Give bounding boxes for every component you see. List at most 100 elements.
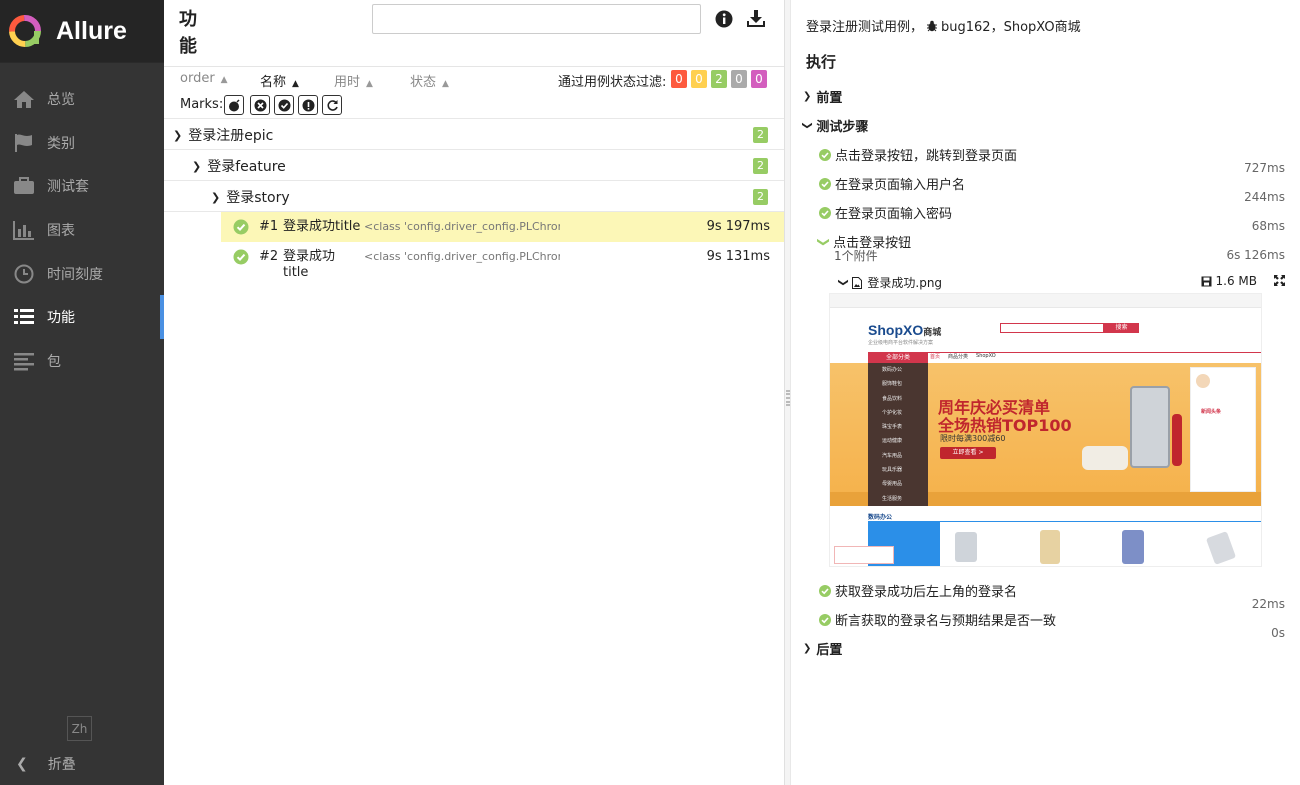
marks-label: Marks: bbox=[180, 97, 224, 112]
shop-category-title: 全部分类 bbox=[868, 352, 928, 363]
breadcrumb: 登录注册测试用例， bug162，ShopXO商城 bbox=[806, 16, 1081, 35]
pane-splitter[interactable] bbox=[784, 0, 791, 785]
chevron-right-icon: ❯ bbox=[803, 91, 812, 102]
bug-icon bbox=[927, 20, 938, 31]
tree-group-story[interactable]: ❯ 登录story 2 bbox=[164, 180, 784, 211]
test-case-row[interactable]: #2 登录成功title <class 'config.driver_confi… bbox=[221, 242, 784, 280]
retries-mark-button[interactable] bbox=[322, 95, 342, 115]
attachment-image[interactable]: ShopXO商城 企业级电商平台软件解决方案 搜索 全部分类 首页 商品分类 S… bbox=[829, 293, 1262, 567]
filter-skipped-badge[interactable]: 0 bbox=[731, 70, 747, 88]
new-failed-mark-button[interactable] bbox=[250, 95, 270, 115]
language-switch[interactable]: Zh bbox=[67, 716, 92, 741]
test-case-name: 登录成功title bbox=[283, 249, 336, 280]
new-passed-mark-button[interactable] bbox=[274, 95, 294, 115]
drag-handle-icon bbox=[786, 390, 790, 406]
nav-item-behaviors[interactable]: 功能 bbox=[0, 295, 164, 339]
exclamation-circle-icon bbox=[302, 99, 314, 111]
marks-bar: Marks: bbox=[164, 93, 784, 118]
banner-button: 立即查看 > bbox=[940, 447, 996, 459]
attachment-count: 1个附件 bbox=[834, 249, 878, 263]
download-icon[interactable] bbox=[746, 9, 766, 29]
setup-section[interactable]: ❯ 前置 bbox=[803, 87, 842, 106]
test-case-name: 登录成功title bbox=[283, 219, 361, 234]
attachment-row[interactable]: ❯ 登录成功.png 1.6 MB bbox=[837, 273, 1285, 293]
list-icon bbox=[14, 309, 34, 325]
steps-section[interactable]: ❯ 测试步骤 bbox=[802, 116, 869, 135]
shop-search-button: 搜索 bbox=[1104, 323, 1139, 333]
filter-failed-badge[interactable]: 0 bbox=[671, 70, 687, 88]
nav-item-suites[interactable]: 测试套 bbox=[0, 164, 164, 208]
tree-group-feature[interactable]: ❯ 登录feature 2 bbox=[164, 149, 784, 180]
shop-category: 食品饮料 bbox=[882, 395, 903, 402]
sort-icon: ▲ bbox=[366, 79, 373, 89]
nav-item-overview[interactable]: 总览 bbox=[0, 77, 164, 121]
new-broken-mark-button[interactable] bbox=[298, 95, 318, 115]
shop-category: 运动健康 bbox=[882, 438, 903, 445]
stage-label: 前置 bbox=[816, 91, 843, 106]
brand-name: Allure bbox=[56, 16, 127, 45]
nav-item-timeline[interactable]: 时间刻度 bbox=[0, 252, 164, 296]
fullscreen-icon[interactable] bbox=[1274, 275, 1285, 286]
sidebar: Allure 总览 类别 测试套 图表 时间刻度 功能 包 Zh ❮ 折叠 bbox=[0, 0, 164, 785]
sort-status[interactable]: 状态 ▲ bbox=[410, 71, 449, 90]
test-case-number: #1 bbox=[259, 219, 279, 234]
group-count-badge: 2 bbox=[753, 127, 768, 143]
tree-group-epic[interactable]: ❯ 登录注册epic 2 bbox=[164, 118, 784, 149]
search-input[interactable] bbox=[372, 4, 701, 34]
filter-unknown-badge[interactable]: 0 bbox=[751, 70, 767, 88]
check-circle-icon bbox=[278, 99, 290, 111]
step-row[interactable]: 在登录页面输入用户名 244ms bbox=[819, 174, 1285, 204]
flaky-mark-button[interactable] bbox=[224, 95, 244, 115]
sort-label: 状态 bbox=[410, 75, 437, 90]
step-duration: 244ms bbox=[1244, 190, 1285, 204]
breadcrumb-issue[interactable]: bug162，ShopXO商城 bbox=[941, 16, 1081, 35]
passed-status-icon bbox=[819, 613, 831, 626]
collapse-button[interactable]: ❮ 折叠 bbox=[16, 754, 76, 774]
passed-status-icon bbox=[819, 148, 831, 161]
chevron-down-icon: ❯ bbox=[837, 278, 849, 287]
brand[interactable]: Allure bbox=[0, 0, 164, 63]
attachment-size: 1.6 MB bbox=[1215, 274, 1257, 288]
passed-status-icon bbox=[819, 206, 831, 219]
step-row[interactable]: 获取登录成功后左上角的登录名 22ms bbox=[819, 581, 1285, 611]
status-filter: 0 0 2 0 0 bbox=[671, 70, 771, 88]
filter-broken-badge[interactable]: 0 bbox=[691, 70, 707, 88]
shop-category: 数码办公 bbox=[882, 367, 903, 373]
nav-label: 时间刻度 bbox=[47, 266, 103, 283]
nav-item-packages[interactable]: 包 bbox=[0, 339, 164, 383]
collapse-label: 折叠 bbox=[47, 757, 76, 773]
filter-passed-badge[interactable]: 2 bbox=[711, 70, 727, 88]
home-icon bbox=[14, 90, 34, 108]
sort-icon: ▲︎ bbox=[220, 75, 228, 85]
sort-name[interactable]: 名称 ▲ bbox=[260, 71, 299, 90]
shop-nav-item: ShopXO bbox=[976, 353, 996, 359]
sort-order[interactable]: order ▲︎ bbox=[180, 71, 228, 86]
step-row[interactable]: 在登录页面输入密码 68ms bbox=[819, 203, 1285, 233]
chevron-down-icon: ❯ bbox=[817, 236, 832, 247]
nav-item-categories[interactable]: 类别 bbox=[0, 121, 164, 165]
step-name: 获取登录成功后左上角的登录名 bbox=[835, 585, 1018, 600]
step-name: 点击登录按钮，跳转到登录页面 bbox=[835, 149, 1018, 164]
breadcrumb-suite[interactable]: 登录注册测试用例， bbox=[806, 16, 923, 35]
shop-category: 玩具乐器 bbox=[882, 467, 903, 474]
sort-icon: ▲ bbox=[442, 79, 449, 89]
bar-chart-icon bbox=[13, 220, 34, 240]
step-row[interactable]: 断言获取的登录名与预期结果是否一致 0s bbox=[819, 610, 1285, 640]
test-case-duration: 9s 131ms bbox=[706, 249, 770, 264]
test-case-number: #2 bbox=[259, 249, 279, 264]
nav-item-graphs[interactable]: 图表 bbox=[0, 208, 164, 252]
group-label: 登录story bbox=[226, 190, 290, 206]
save-icon bbox=[1201, 276, 1212, 286]
test-case-row[interactable]: #1 登录成功title <class 'config.driver_confi… bbox=[221, 212, 784, 242]
info-icon[interactable] bbox=[715, 10, 733, 28]
chevron-left-icon: ❮ bbox=[16, 756, 28, 772]
nav-label: 包 bbox=[47, 353, 61, 370]
step-row[interactable]: 点击登录按钮，跳转到登录页面 727ms bbox=[819, 145, 1285, 175]
behaviors-pane: 功能 order ▲︎ 名称 ▲ 用时 ▲ 状态 ▲ 通过用例状态过滤: 0 0 2 0… bbox=[164, 0, 784, 785]
sort-duration[interactable]: 用时 ▲ bbox=[334, 71, 373, 90]
step-row-expanded[interactable]: ❯ 点击登录按钮 6s 126ms bbox=[817, 232, 1285, 262]
step-name: 断言获取的登录名与预期结果是否一致 bbox=[835, 614, 1057, 629]
teardown-section[interactable]: ❯ 后置 bbox=[803, 639, 842, 658]
group-count-badge: 2 bbox=[753, 158, 768, 174]
test-case-params: <class 'config.driver_config.PLChrome'>,… bbox=[364, 220, 560, 233]
